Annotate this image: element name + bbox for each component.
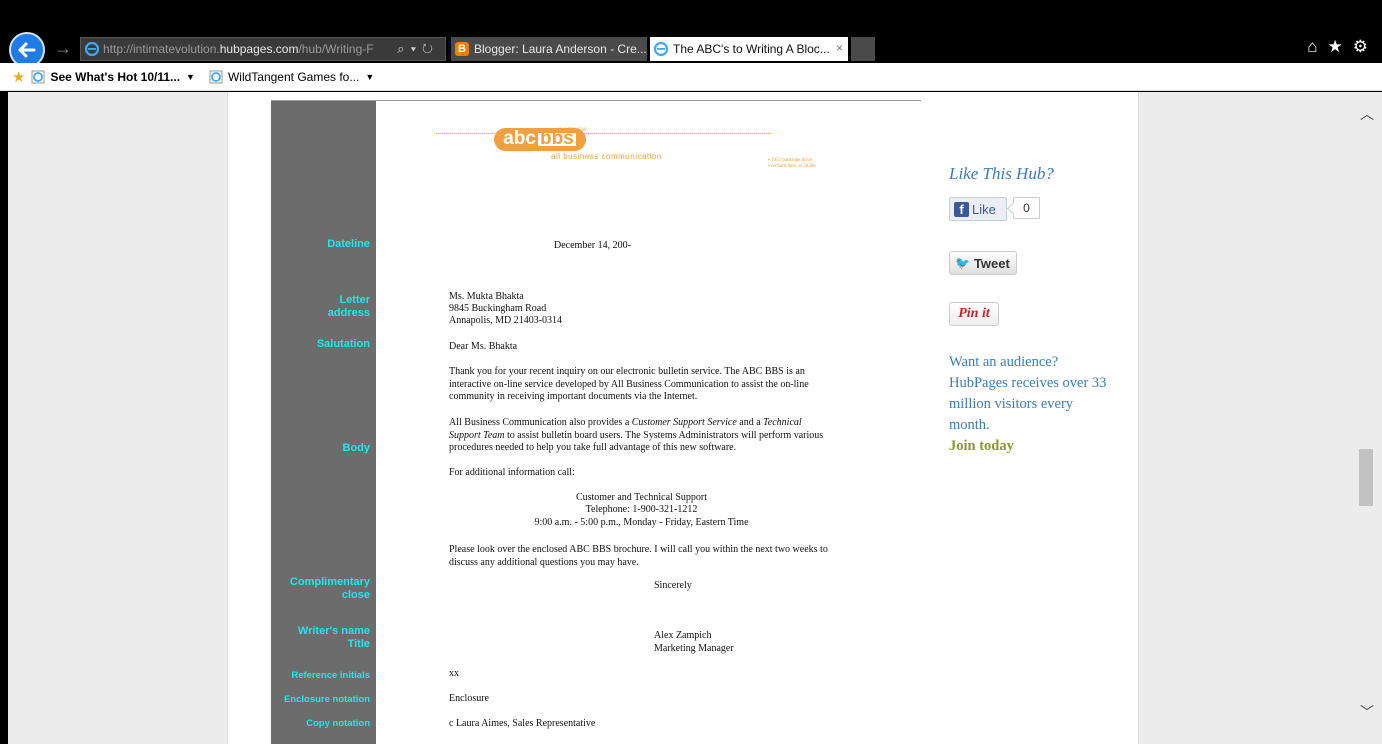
chevron-down-icon[interactable]: ▼ [186, 72, 195, 82]
like-count: 0 [1013, 197, 1040, 219]
tweet-button[interactable]: 🐦 Tweet [949, 251, 1017, 275]
favorites-bar: ★ See What's Hot 10/11... ▼ WildTangent … [0, 63, 1382, 91]
letter-paragraph-3: For additional information call: [449, 467, 575, 478]
support-line-1: Customer and Technical Support [575, 492, 708, 503]
label-letter-address-1: Letter [339, 294, 370, 306]
tab-label: The ABC's to Writing A Bloc... [673, 42, 830, 56]
label-enclosure: Enclosure notation [283, 694, 370, 705]
search-icon[interactable]: ⌕ [397, 41, 410, 56]
label-copy: Copy notation [306, 718, 370, 729]
label-reference: Reference initials [291, 670, 370, 681]
letter-paragraph-4: Please look over the enclosed ABC BBS br… [449, 544, 828, 568]
tab-label: Blogger: Laura Anderson - Cre... [474, 42, 647, 56]
label-salutation: Salutation [316, 338, 370, 350]
letter-label-column: Dateline Letter address Salutation Body … [271, 101, 376, 744]
tab-abc-writing[interactable]: The ABC's to Writing A Bloc... × [650, 37, 848, 61]
logo-address: ▪ 1955 partridge drive ▪ orchard lane, a… [768, 158, 816, 169]
favorite-label: See What's Hot 10/11... [50, 69, 181, 84]
letter-paragraph-1: Thank you for your recent inquiry on our… [449, 366, 809, 402]
complimentary-close: Sincerely [654, 580, 692, 591]
like-label: Like [972, 201, 996, 217]
add-favorite-icon[interactable]: ★ [12, 68, 25, 86]
join-today-link[interactable]: Join today [949, 436, 1109, 457]
address-line-3: Annapolis, MD 21403-0314 [449, 315, 563, 326]
page-viewport: Dateline Letter address Salutation Body … [8, 92, 1382, 744]
abc-bbs-logo: abc bbs [494, 128, 586, 151]
writer-title: Marketing Manager [654, 643, 734, 654]
address-line-2: 9845 Buckingham Road [449, 303, 547, 314]
ie-page-icon [209, 70, 223, 83]
label-writer-1: Writer's name [297, 625, 370, 637]
like-this-hub-heading: Like This Hub? [949, 164, 1054, 183]
ie-page-icon [31, 70, 45, 83]
label-writer-2: Title [347, 638, 370, 650]
support-line-3: 9:00 a.m. - 5:00 p.m., Monday - Friday, … [534, 517, 749, 528]
address-text: http://intimatevolution.hubpages.com/hub… [103, 42, 374, 56]
label-complimentary-1: Complimentary [289, 576, 370, 588]
logo-dotted-line [436, 133, 771, 134]
label-body: Body [342, 442, 371, 454]
vertical-scrollbar[interactable]: ︿ ﹀ [1357, 92, 1377, 744]
chevron-down-icon[interactable]: ▾ [411, 41, 422, 56]
facebook-like-button[interactable]: f Like [949, 197, 1007, 221]
letter-salutation: Dear Ms. Bhakta [449, 341, 518, 352]
forward-button[interactable]: → [54, 39, 72, 57]
scroll-down-arrow-icon[interactable]: ﹀ [1360, 702, 1374, 722]
letter-body: ▪ 515.555.0500 abcbbs all business commu… [376, 101, 921, 744]
gear-icon[interactable]: ⚙ [1353, 37, 1368, 57]
address-bar[interactable]: http://intimatevolution.hubpages.com/hub… [80, 37, 446, 61]
address-tools: ⌕▾↻ [397, 41, 439, 57]
label-letter-address-2: address [327, 307, 370, 319]
logo-subtitle: all business communication [551, 152, 662, 161]
writer-name: Alex Zampich [654, 630, 712, 641]
reference-initials: xx [449, 668, 459, 679]
home-icon[interactable]: ⌂ [1307, 37, 1317, 57]
new-tab-button[interactable] [851, 37, 875, 61]
pin-it-button[interactable]: Pin it [949, 302, 999, 326]
twitter-bird-icon: 🐦 [955, 256, 970, 270]
ie-icon [654, 42, 668, 56]
scroll-up-arrow-icon[interactable]: ︿ [1360, 104, 1374, 124]
blogger-icon: B [455, 42, 469, 56]
refresh-icon[interactable]: ↻ [422, 41, 439, 56]
favorite-item-whats-hot[interactable]: See What's Hot 10/11... ▼ [31, 70, 195, 84]
label-complimentary-2: close [341, 589, 370, 601]
star-icon[interactable]: ★ [1328, 37, 1343, 57]
copy-notation: c Laura Aimes, Sales Representative [449, 718, 596, 729]
enclosure-notation: Enclosure [449, 693, 489, 704]
facebook-icon: f [954, 201, 969, 217]
audience-text: Want an audience? HubPages receives over… [949, 354, 1107, 433]
tab-blogger[interactable]: B Blogger: Laura Anderson - Cre... [451, 37, 647, 61]
address-line-1: Ms. Mukta Bhakta [449, 291, 524, 302]
close-icon[interactable]: × [836, 41, 843, 55]
ie-icon [85, 42, 99, 56]
share-sidebar: Like This Hub? f Like 0 🐦 Tweet Pin it W… [949, 92, 1124, 744]
audience-promo: Want an audience? HubPages receives over… [949, 352, 1109, 457]
chevron-down-icon[interactable]: ▼ [365, 72, 374, 82]
block-letter-image: Dateline Letter address Salutation Body … [271, 100, 921, 744]
favorite-item-wildtangent[interactable]: WildTangent Games fo... ▼ [209, 70, 374, 84]
hub-content: Dateline Letter address Salutation Body … [227, 92, 1139, 744]
label-dateline: Dateline [327, 238, 370, 250]
arrow-left-icon [18, 42, 36, 58]
favorite-label: WildTangent Games fo... [227, 69, 360, 84]
chrome-toolbar-right: ⌂ ★ ⚙ [1307, 37, 1368, 57]
letter-date: December 14, 200- [554, 240, 631, 251]
support-line-2: Telephone: 1-900-321-1212 [585, 504, 698, 515]
tweet-label: Tweet [973, 255, 1010, 271]
letter-paragraph-2: All Business Communication also provides… [449, 417, 824, 453]
scrollbar-thumb[interactable] [1359, 449, 1373, 506]
